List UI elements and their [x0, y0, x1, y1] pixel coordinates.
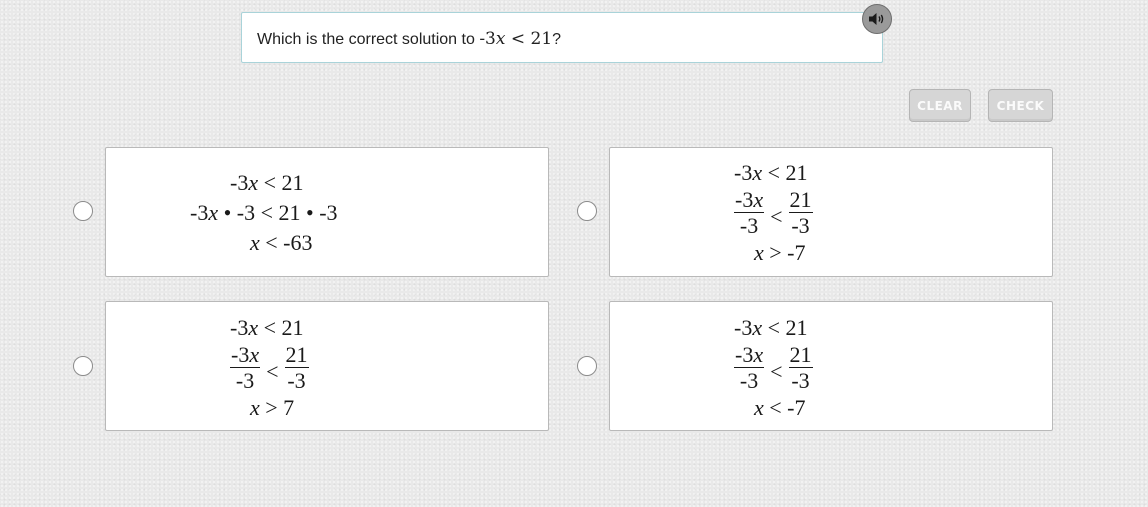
expr-coefficient: -3: [479, 29, 496, 49]
variable: x: [208, 200, 219, 225]
fraction-left: -3x -3: [230, 342, 261, 393]
question-expression: -3x < 21: [479, 29, 552, 49]
term: < -7: [763, 395, 806, 420]
option-c-equations: -3x < 21 -3x -3 < 21 -3 x > 7: [230, 313, 309, 423]
term: -3: [734, 160, 753, 185]
option-d-line-1: -3x < 21: [734, 313, 813, 343]
term: -3: [190, 200, 209, 225]
term: < 21: [258, 315, 304, 340]
option-d-line-3: x < -7: [734, 393, 813, 423]
option-b-radio[interactable]: [577, 201, 597, 221]
denominator: -3: [235, 368, 255, 393]
denominator: -3: [739, 213, 759, 238]
fraction-left: -3x -3: [734, 187, 765, 238]
option-a-line-3: x < -63: [190, 228, 338, 258]
relation: <: [770, 359, 783, 384]
variable: x: [250, 395, 260, 420]
variable: x: [250, 230, 260, 255]
variable: x: [753, 342, 764, 367]
term: > -7: [763, 240, 806, 265]
denominator: -3: [287, 368, 306, 393]
speaker-icon: [869, 13, 884, 25]
term: -3: [230, 170, 249, 195]
denominator: -3: [791, 368, 810, 393]
denominator: -3: [739, 368, 759, 393]
variable: x: [754, 395, 764, 420]
option-d-equations: -3x < 21 -3x -3 < 21 -3 x < -7: [734, 313, 813, 423]
option-d-radio[interactable]: [577, 356, 597, 376]
variable: x: [752, 160, 763, 185]
option-c-card[interactable]: -3x < 21 -3x -3 < 21 -3 x > 7: [105, 301, 549, 431]
option-c-line-3: x > 7: [230, 393, 309, 423]
variable: x: [753, 187, 764, 212]
numerator: -3: [735, 342, 754, 367]
variable: x: [249, 342, 260, 367]
option-b-line-1: -3x < 21: [734, 158, 813, 188]
numerator: 21: [788, 187, 813, 213]
option-b-line-3: x > -7: [734, 238, 813, 268]
term: -3: [734, 315, 753, 340]
numerator: -3: [735, 187, 754, 212]
question-text: Which is the correct solution to -3x < 2…: [257, 29, 561, 49]
variable: x: [248, 170, 259, 195]
relation: <: [770, 204, 783, 229]
variable: x: [754, 240, 764, 265]
option-c-line-1: -3x < 21: [230, 313, 309, 343]
term: < -63: [259, 230, 313, 255]
question-suffix: ?: [552, 31, 562, 48]
check-button[interactable]: CHECK: [988, 89, 1053, 122]
option-a-radio[interactable]: [73, 201, 93, 221]
term: < 21: [762, 315, 808, 340]
option-b-equations: -3x < 21 -3x -3 < 21 -3 x > -7: [734, 158, 813, 268]
fraction-left: -3x -3: [734, 342, 765, 393]
question-prefix: Which is the correct solution to: [257, 31, 480, 48]
term: > 7: [259, 395, 295, 420]
clear-button[interactable]: CLEAR: [909, 89, 971, 122]
numerator: 21: [284, 342, 309, 368]
option-d-fraction-line: -3x -3 < 21 -3: [734, 343, 813, 393]
numerator: 21: [788, 342, 813, 368]
option-a-card[interactable]: -3x < 21 -3x • -3 < 21 • -3 x < -63: [105, 147, 549, 277]
term: < 21: [762, 160, 808, 185]
question-box: Which is the correct solution to -3x < 2…: [241, 12, 883, 63]
option-a-line-1: -3x < 21: [190, 168, 338, 198]
fraction-right: 21 -3: [788, 342, 813, 393]
audio-button[interactable]: [862, 4, 892, 34]
term: • -3 < 21 • -3: [218, 200, 338, 225]
variable: x: [752, 315, 763, 340]
expr-relation: < 21: [505, 29, 553, 49]
option-d-card[interactable]: -3x < 21 -3x -3 < 21 -3 x < -7: [609, 301, 1053, 431]
fraction-right: 21 -3: [284, 342, 309, 393]
option-c-fraction-line: -3x -3 < 21 -3: [230, 343, 309, 393]
option-b-fraction-line: -3x -3 < 21 -3: [734, 188, 813, 238]
option-a-line-2: -3x • -3 < 21 • -3: [190, 198, 338, 228]
denominator: -3: [791, 213, 810, 238]
option-a-equations: -3x < 21 -3x • -3 < 21 • -3 x < -63: [190, 168, 338, 258]
fraction-right: 21 -3: [788, 187, 813, 238]
option-b-card[interactable]: -3x < 21 -3x -3 < 21 -3 x > -7: [609, 147, 1053, 277]
variable: x: [248, 315, 259, 340]
term: -3: [230, 315, 249, 340]
relation: <: [266, 359, 279, 384]
term: < 21: [258, 170, 304, 195]
numerator: -3: [231, 342, 250, 367]
option-c-radio[interactable]: [73, 356, 93, 376]
